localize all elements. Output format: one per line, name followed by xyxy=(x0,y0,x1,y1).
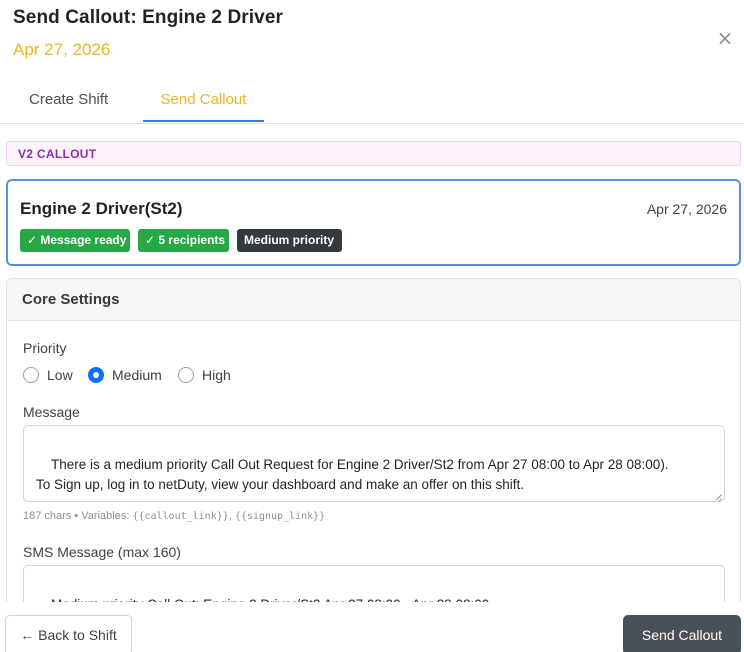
tab-send-callout[interactable]: Send Callout xyxy=(143,80,264,122)
priority-radio-medium[interactable]: Medium xyxy=(88,367,168,385)
priority-badge: Medium priority xyxy=(237,229,342,252)
radio-circle[interactable] xyxy=(178,367,194,383)
tab-create-shift[interactable]: Create Shift xyxy=(13,80,124,122)
sms-label: SMS Message (max 160) xyxy=(23,544,181,560)
variable-separator: , xyxy=(228,510,232,522)
recipients-badge: ✓ 5 recipients xyxy=(138,229,229,252)
send-callout-button[interactable]: Send Callout xyxy=(623,615,741,652)
priority-radio-low[interactable]: Low xyxy=(23,367,83,385)
modal-title: Send Callout: Engine 2 Driver xyxy=(13,7,284,28)
summary-date: Apr 27, 2026 xyxy=(646,201,727,217)
radio-label: Low xyxy=(47,367,73,383)
callout-summary-card: Engine 2 Driver(St2) Apr 27, 2026 ✓ Mess… xyxy=(6,179,741,266)
modal-footer: ← Back to Shift Send Callout xyxy=(0,602,744,652)
modal-header: Send Callout: Engine 2 Driver Apr 27, 20… xyxy=(0,0,744,80)
priority-label: Priority xyxy=(23,340,67,356)
message-label: Message xyxy=(23,404,80,420)
core-settings-card: Core Settings Priority Low Medium High M… xyxy=(6,278,741,618)
message-help-text: 187 chars • Variables: {{callout_link}},… xyxy=(23,510,325,522)
message-text: There is a medium priority Call Out Requ… xyxy=(36,457,669,492)
back-to-shift-button[interactable]: ← Back to Shift xyxy=(5,615,132,652)
radio-circle[interactable] xyxy=(23,367,39,383)
core-settings-header: Core Settings xyxy=(7,279,740,321)
version-badge: V2 CALLOUT xyxy=(18,147,97,161)
variable-signup-link: {{signup_link}} xyxy=(234,511,326,522)
message-textarea[interactable]: There is a medium priority Call Out Requ… xyxy=(23,425,725,502)
priority-radio-high[interactable]: High xyxy=(178,367,238,385)
variable-callout-link: {{callout_link}} xyxy=(132,511,229,522)
radio-label: Medium xyxy=(112,367,162,383)
char-count: 187 chars • Variables: xyxy=(23,510,130,522)
summary-title: Engine 2 Driver(St2) xyxy=(20,199,183,218)
resize-handle-icon[interactable] xyxy=(710,487,722,499)
radio-circle[interactable] xyxy=(88,367,104,383)
close-icon[interactable]: × xyxy=(716,28,734,48)
radio-label: High xyxy=(202,367,231,383)
modal-date: Apr 27, 2026 xyxy=(13,40,111,59)
version-banner: V2 CALLOUT xyxy=(6,141,741,166)
message-ready-badge: ✓ Message ready xyxy=(20,229,130,252)
tab-bar: Create Shift Send Callout xyxy=(0,80,744,124)
core-settings-heading: Core Settings xyxy=(22,291,120,308)
